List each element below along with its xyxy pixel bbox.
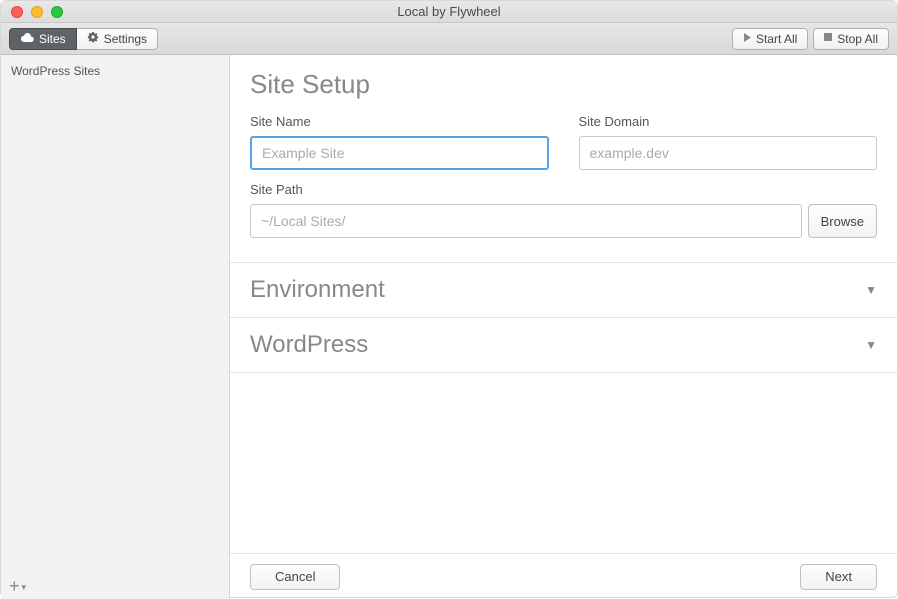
main-toolbar: Sites Settings Start All Stop All (1, 23, 897, 55)
cancel-button[interactable]: Cancel (250, 564, 340, 590)
browse-button[interactable]: Browse (808, 204, 877, 238)
environment-label: Environment (250, 276, 385, 304)
sidebar: WordPress Sites + ▾ (1, 55, 230, 599)
page-title: Site Setup (250, 69, 877, 100)
site-domain-input[interactable] (579, 136, 878, 170)
sites-tab-label: Sites (39, 32, 66, 46)
caret-down-icon: ▼ (865, 283, 877, 297)
plus-icon: + (9, 576, 20, 597)
caret-down-icon: ▼ (865, 338, 877, 352)
site-domain-label: Site Domain (579, 114, 878, 129)
chevron-down-icon: ▾ (22, 582, 27, 593)
stop-all-label: Stop All (837, 32, 878, 46)
wordpress-label: WordPress (250, 331, 368, 359)
site-path-input[interactable] (250, 204, 802, 238)
stop-icon (824, 33, 832, 44)
sidebar-header: WordPress Sites (1, 55, 229, 87)
cloud-icon (20, 32, 34, 45)
site-name-input[interactable] (250, 136, 549, 170)
sites-tab[interactable]: Sites (9, 28, 77, 50)
wordpress-accordion[interactable]: WordPress ▼ (230, 318, 897, 372)
stop-all-button[interactable]: Stop All (813, 28, 889, 50)
site-path-label: Site Path (250, 182, 877, 197)
start-all-button[interactable]: Start All (732, 28, 808, 50)
next-button[interactable]: Next (800, 564, 877, 590)
start-all-label: Start All (756, 32, 797, 46)
play-icon (743, 33, 751, 45)
main-panel: Site Setup Site Name Site Domain Site Pa… (230, 55, 897, 599)
gear-icon (87, 31, 99, 46)
wizard-footer: Cancel Next (230, 553, 897, 599)
window-title: Local by Flywheel (1, 4, 897, 19)
add-site-button[interactable]: + ▾ (1, 573, 229, 599)
settings-tab-label: Settings (104, 32, 147, 46)
environment-accordion[interactable]: Environment ▼ (230, 263, 897, 317)
site-name-label: Site Name (250, 114, 549, 129)
settings-tab[interactable]: Settings (77, 28, 158, 50)
window-titlebar: Local by Flywheel (1, 1, 897, 23)
